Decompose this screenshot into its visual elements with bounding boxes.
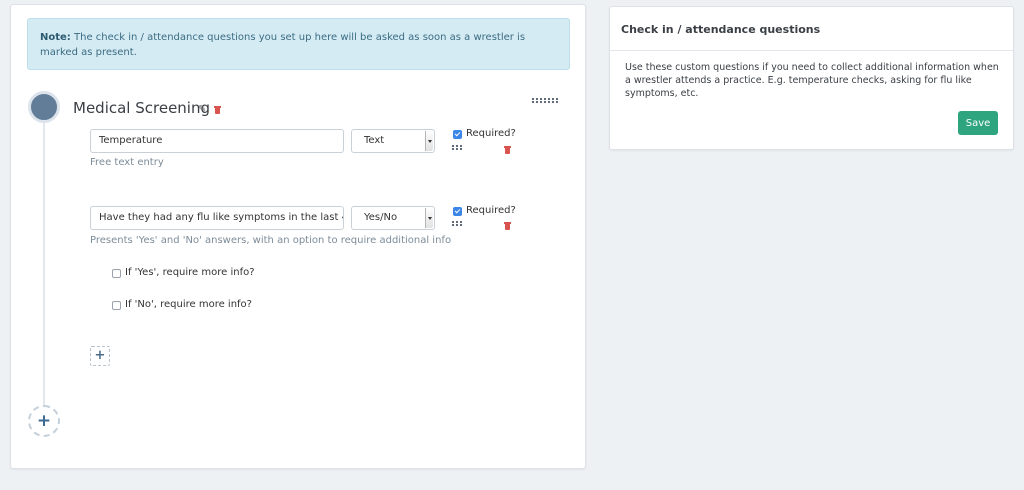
yes-more-info-checkbox[interactable] (112, 269, 121, 278)
required-checkbox[interactable] (453, 130, 462, 139)
required-label: Required? (466, 128, 516, 139)
drag-handle-icon[interactable] (452, 145, 463, 150)
question-type-select[interactable]: Yes/No (351, 206, 435, 230)
trash-icon[interactable] (214, 106, 221, 114)
drag-handle-icon[interactable] (532, 98, 559, 103)
required-checkbox[interactable] (453, 207, 462, 216)
question-type-select[interactable]: Text (351, 129, 435, 153)
question-help-text: Free text entry (90, 157, 164, 168)
question-input[interactable]: Temperature (90, 129, 344, 153)
no-more-info-label: If 'No', require more info? (125, 299, 252, 310)
chevron-down-icon (425, 208, 433, 228)
add-question-button[interactable]: + (90, 346, 110, 366)
question-help-text: Presents 'Yes' and 'No' answers, with an… (90, 235, 452, 246)
info-panel: Check in / attendance questions Use thes… (609, 6, 1014, 150)
yes-more-info-label: If 'Yes', require more info? (125, 267, 255, 278)
chevron-down-icon (425, 131, 433, 151)
questions-panel: Note: The check in / attendance question… (10, 4, 586, 469)
note-text: The check in / attendance questions you … (40, 32, 526, 58)
note-label: Note: (40, 32, 71, 43)
trash-icon[interactable] (504, 146, 511, 154)
save-button[interactable]: Save (958, 111, 998, 135)
info-panel-title: Check in / attendance questions (610, 7, 1013, 51)
pencil-icon[interactable]: ✎ (198, 104, 206, 115)
add-group-button[interactable]: + (28, 405, 60, 437)
group-circle-icon (28, 91, 60, 123)
trash-icon[interactable] (504, 222, 511, 230)
required-label: Required? (466, 205, 516, 216)
group-title: Medical Screening (73, 99, 210, 117)
question-type-value: Text (364, 135, 385, 146)
info-panel-description: Use these custom questions if you need t… (625, 62, 999, 99)
note-banner: Note: The check in / attendance question… (27, 18, 570, 70)
question-input[interactable]: Have they had any flu like symptoms in t… (90, 206, 344, 230)
timeline-line (43, 107, 45, 407)
no-more-info-checkbox[interactable] (112, 301, 121, 310)
question-type-value: Yes/No (364, 212, 398, 223)
drag-handle-icon[interactable] (452, 221, 463, 226)
